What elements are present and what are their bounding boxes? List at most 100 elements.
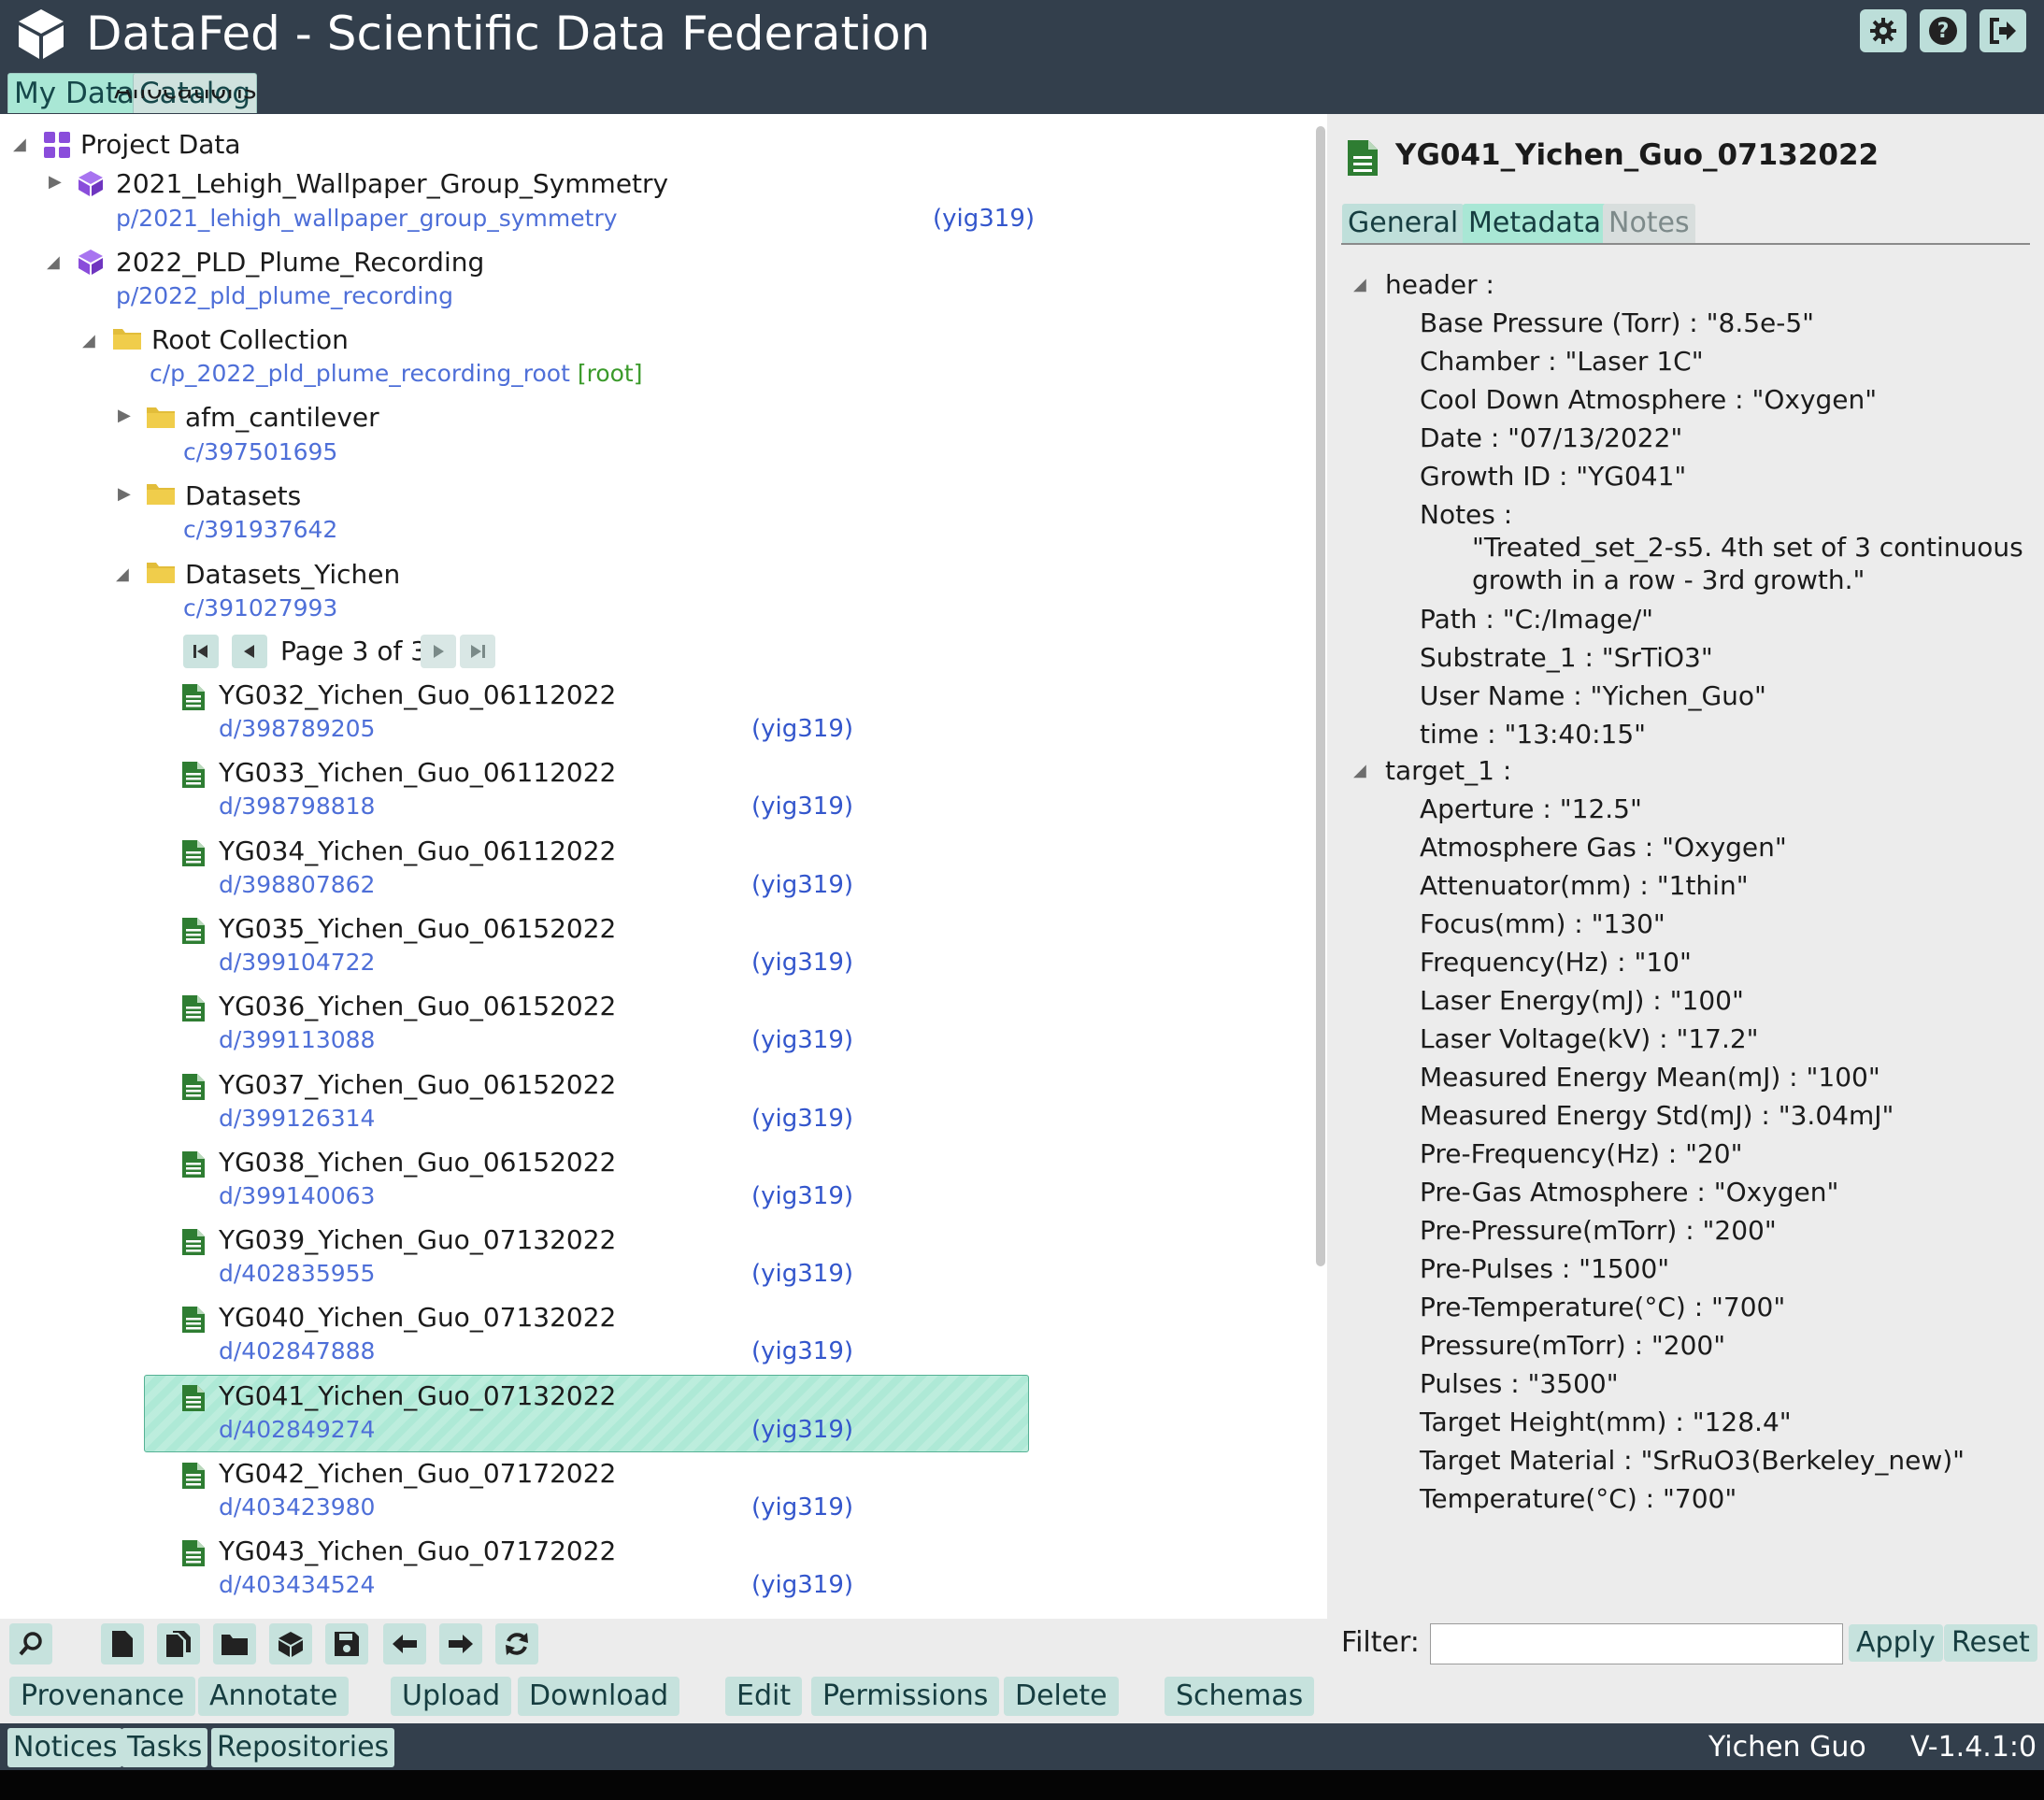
reset-button[interactable]: Reset	[1944, 1624, 2037, 1662]
apply-button[interactable]: Apply	[1849, 1624, 1943, 1662]
record-id: d/402835955	[219, 1260, 376, 1288]
move-right-button[interactable]	[439, 1623, 482, 1664]
move-left-button[interactable]	[383, 1623, 426, 1664]
collapse-triangle-icon[interactable]: ◢	[47, 252, 60, 272]
record-owner: (yig319)	[751, 1181, 854, 1210]
tab-divider	[1341, 243, 2030, 245]
metadata-field: Path : "C:/Image/"	[1420, 604, 1654, 635]
collapse-triangle-icon[interactable]: ◢	[1353, 275, 1366, 294]
record-owner: (yig319)	[751, 1026, 854, 1055]
project-data-label[interactable]: Project Data	[80, 129, 241, 160]
app-title: DataFed - Scientific Data Federation	[86, 7, 931, 61]
edit-button[interactable]: Edit	[725, 1677, 803, 1716]
pager-label: Page 3 of 3	[280, 636, 428, 666]
record-row[interactable]: YG042_Yichen_Guo_07172022 d/403423980 (yig…	[178, 1458, 1000, 1533]
help-icon: ?	[1929, 17, 1957, 45]
copy-record-button[interactable]	[157, 1623, 200, 1664]
new-collection-button[interactable]	[213, 1623, 256, 1664]
record-file-icon	[181, 1462, 206, 1493]
collapse-triangle-icon[interactable]: ◢	[13, 135, 26, 154]
tab-repositories[interactable]: Repositories	[211, 1728, 395, 1767]
download-button[interactable]: Download	[518, 1677, 680, 1716]
project-title[interactable]: 2022_PLD_Plume_Recording	[116, 247, 484, 278]
prev-page-button[interactable]	[232, 635, 267, 668]
schemas-button[interactable]: Schemas	[1165, 1677, 1315, 1716]
record-row[interactable]: YG034_Yichen_Guo_06112022 d/398807862 (yig…	[178, 836, 1000, 910]
first-page-button[interactable]	[183, 635, 219, 668]
detail-title: YG041_Yichen_Guo_07132022	[1395, 138, 1880, 172]
metadata-field: growth in a row - 3rd growth."	[1472, 564, 1865, 595]
project-owner: (yig319)	[933, 205, 1036, 233]
root-collection-title[interactable]: Root Collection	[151, 324, 349, 355]
record-file-icon	[181, 1073, 206, 1105]
record-file-icon	[181, 1384, 206, 1416]
metadata-field: Base Pressure (Torr) : "8.5e-5"	[1420, 307, 1815, 338]
record-row[interactable]: YG041_Yichen_Guo_07132022 d/402849274 (yig…	[178, 1380, 1000, 1455]
record-file-icon	[1346, 138, 1379, 181]
settings-button[interactable]	[1860, 9, 1907, 52]
record-row[interactable]: YG033_Yichen_Guo_06112022 d/398798818 (yig…	[178, 757, 1000, 832]
metadata-field: Pre-Temperature(°C) : "700"	[1420, 1292, 1786, 1322]
record-file-icon	[181, 839, 206, 871]
permissions-button[interactable]: Permissions	[811, 1677, 1000, 1716]
metadata-field: Substrate_1 : "SrTiO3"	[1420, 642, 1713, 673]
logout-button[interactable]	[1980, 9, 2026, 52]
tab-tasks[interactable]: Tasks	[121, 1728, 208, 1767]
record-title: YG040_Yichen_Guo_07132022	[219, 1302, 617, 1334]
record-row[interactable]: YG039_Yichen_Guo_07132022 d/402835955 (yig…	[178, 1224, 1000, 1299]
record-row[interactable]: YG043_Yichen_Guo_07172022 d/403434524 (yig…	[178, 1536, 1000, 1610]
collection-title[interactable]: afm_cantilever	[185, 402, 379, 433]
new-record-button[interactable]	[101, 1623, 144, 1664]
new-project-button[interactable]	[269, 1623, 312, 1664]
delete-button[interactable]: Delete	[1004, 1677, 1119, 1716]
metadata-group-target: target_1 :	[1385, 755, 1512, 786]
record-row[interactable]: YG035_Yichen_Guo_06152022 d/399104722 (yig…	[178, 913, 1000, 988]
record-file-icon	[181, 1228, 206, 1260]
next-page-button[interactable]	[421, 635, 456, 668]
save-button[interactable]	[325, 1623, 368, 1664]
record-file-icon	[181, 1539, 206, 1571]
metadata-field: Target Height(mm) : "128.4"	[1420, 1407, 1792, 1437]
current-user: Yichen Guo	[1708, 1731, 1866, 1764]
record-row[interactable]: YG036_Yichen_Guo_06152022 d/399113088 (yig…	[178, 991, 1000, 1065]
metadata-field: Atmosphere Gas : "Oxygen"	[1420, 832, 1787, 863]
filter-input[interactable]	[1430, 1623, 1843, 1664]
provenance-button[interactable]: Provenance	[9, 1677, 196, 1716]
record-id: d/399140063	[219, 1181, 376, 1209]
record-owner: (yig319)	[751, 1260, 854, 1289]
collection-title[interactable]: Datasets	[185, 480, 301, 511]
refresh-button[interactable]	[495, 1623, 538, 1664]
record-row[interactable]: YG038_Yichen_Guo_06152022 d/399140063 (yig…	[178, 1147, 1000, 1221]
tab-notes[interactable]: Notes	[1603, 204, 1695, 243]
expand-triangle-icon[interactable]: ▶	[49, 172, 62, 192]
tab-general[interactable]: General	[1342, 204, 1465, 243]
tab-notices[interactable]: Notices	[7, 1728, 123, 1767]
collapse-triangle-icon[interactable]: ◢	[116, 564, 129, 584]
record-row[interactable]: YG032_Yichen_Guo_06112022 d/398789205 (yig…	[178, 679, 1000, 754]
record-row[interactable]: YG040_Yichen_Guo_07132022 d/402847888 (yig…	[178, 1302, 1000, 1377]
expand-triangle-icon[interactable]: ▶	[118, 406, 131, 425]
collapse-triangle-icon[interactable]: ◢	[82, 331, 95, 350]
upload-button[interactable]: Upload	[391, 1677, 512, 1716]
project-title[interactable]: 2021_Lehigh_Wallpaper_Group_Symmetry	[116, 168, 668, 199]
expand-triangle-icon[interactable]: ▶	[118, 484, 131, 504]
datafed-cube-logo-icon	[13, 6, 69, 62]
last-page-icon	[471, 645, 485, 658]
tab-metadata[interactable]: Metadata	[1463, 204, 1608, 243]
record-title: YG037_Yichen_Guo_06152022	[219, 1068, 617, 1100]
move-right-icon	[449, 1635, 473, 1653]
metadata-field: Date : "07/13/2022"	[1420, 422, 1683, 453]
help-button[interactable]: ?	[1920, 9, 1966, 52]
record-row[interactable]: YG037_Yichen_Guo_06152022 d/399126314 (yig…	[178, 1069, 1000, 1144]
app-version: V-1.4.1:0	[1910, 1731, 2037, 1764]
metadata-field: Attenuator(mm) : "1thin"	[1420, 870, 1749, 901]
tree-scrollbar[interactable]	[1316, 126, 1325, 1266]
record-id: d/399113088	[219, 1026, 376, 1054]
search-button[interactable]	[9, 1623, 52, 1664]
record-id: d/403434524	[219, 1571, 376, 1599]
collapse-triangle-icon[interactable]: ◢	[1353, 761, 1366, 780]
last-page-button[interactable]	[460, 635, 495, 668]
annotate-button[interactable]: Annotate	[198, 1677, 350, 1716]
collection-title[interactable]: Datasets_Yichen	[185, 559, 400, 590]
record-title: YG032_Yichen_Guo_06112022	[219, 679, 617, 710]
